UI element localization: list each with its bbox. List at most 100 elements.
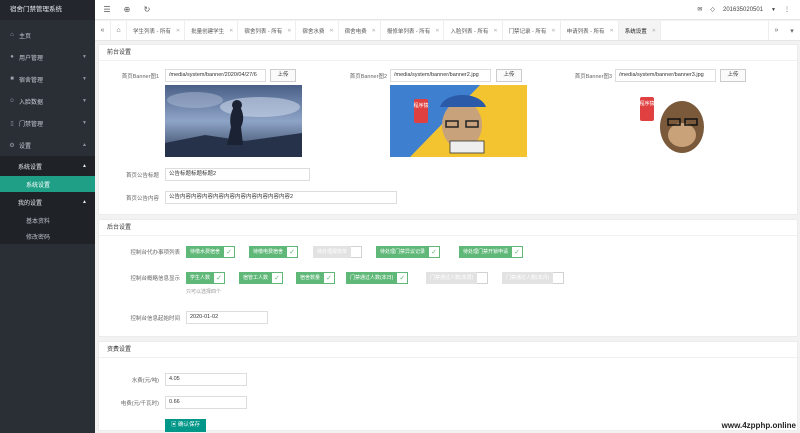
sidebar-item-label: 宿舍管理: [19, 77, 44, 84]
sidebar-item-profile[interactable]: 基本资料: [0, 212, 95, 228]
chevron-up-icon: ▲: [82, 199, 87, 205]
tab-door-records[interactable]: 门禁记录 - 所有 ✕: [503, 21, 561, 40]
summary-tag-dorm-count[interactable]: 宿舍数量 ✓: [296, 272, 336, 284]
building-icon: ■: [10, 76, 14, 82]
todo-tag-door-dispute[interactable]: 待处理门禁异议记录 ✓: [376, 246, 441, 258]
notice-title-input[interactable]: 公告标题标题标题2: [165, 168, 310, 181]
close-icon[interactable]: ✕: [329, 28, 333, 34]
card-title: 资费设置: [99, 342, 797, 358]
tabs-scroll-right-icon[interactable]: »: [768, 21, 784, 40]
sidebar-group-system[interactable]: 系统设置 ▲: [0, 156, 95, 176]
close-icon[interactable]: ✕: [652, 28, 656, 34]
banner2-path-input[interactable]: /media/system/banner/banner2.jpg: [390, 69, 491, 82]
todo-tag-electricity[interactable]: 待缴电费宿舍 ✓: [249, 246, 299, 258]
tag-label: 待处理门禁开锁申请: [459, 246, 513, 258]
tab-label: 申请列表 - 所有: [566, 28, 605, 35]
close-icon[interactable]: ✕: [551, 28, 555, 34]
sidebar-item-settings[interactable]: ⚙ 设置 ▲: [0, 134, 95, 156]
save-button[interactable]: ▣ 确认保存: [165, 419, 207, 432]
tab-applications[interactable]: 申请列表 - 所有 ✕: [561, 21, 619, 40]
banner3-upload-button[interactable]: 上传: [720, 69, 746, 82]
banner3-stamp-text: 程序猿: [639, 100, 654, 107]
tag-label: 待处理门禁异议记录: [376, 246, 430, 258]
tab-faces[interactable]: 入脸列表 - 所有 ✕: [444, 21, 503, 40]
tab-label: 宿舍电费: [344, 28, 367, 35]
check-icon: ✓: [397, 272, 409, 284]
sidebar-item-faces[interactable]: ☺ 入脸数据 ▼: [0, 90, 95, 112]
tab-label: 宿舍列表 - 所有: [244, 28, 283, 35]
notice-content-input[interactable]: 公告内容内容内容内容内容内容内容内容内容内容2: [165, 191, 397, 204]
gear-icon: ⚙: [9, 142, 15, 149]
banner1-image: [165, 85, 302, 157]
back-settings-card: 后台设置 控制台代办事项列表 待缴水费宿舍✓ 待缴电费宿舍✓ 待处理报修单✓ 待…: [98, 219, 798, 337]
banner2-upload-button[interactable]: 上传: [496, 69, 522, 82]
tab-students[interactable]: 学生列表 - 所有 ✕: [127, 21, 186, 40]
summary-label: 控制台概略信息显示: [130, 276, 180, 282]
tab-repairs[interactable]: 报修单列表 - 所有 ✕: [381, 21, 445, 40]
top-bar-right: ✉ ◇ 201635020501 ▼ ⋮: [697, 6, 800, 14]
door-icon: ▯: [10, 120, 14, 127]
water-fee-input[interactable]: 4.05: [165, 373, 247, 386]
home-icon: ⌂: [10, 32, 14, 38]
close-icon[interactable]: ✕: [287, 28, 291, 34]
tag-icon[interactable]: ◇: [710, 6, 715, 13]
tab-dorms[interactable]: 宿舍列表 - 所有 ✕: [238, 21, 297, 40]
notice-content-label: 首页公告内容: [125, 196, 159, 202]
refresh-icon[interactable]: ↻: [139, 5, 155, 14]
top-bar: ☰ ⊕ ↻ ✉ ◇ 201635020501 ▼ ⋮: [95, 0, 800, 20]
tab-label: 入脸列表 - 所有: [450, 28, 489, 35]
summary-tag-door-week[interactable]: 门禁通过人数(本周)✓: [426, 272, 489, 284]
message-icon[interactable]: ✉: [697, 6, 702, 13]
todo-tag-repairs[interactable]: 待处理报修单✓: [313, 246, 363, 258]
tab-batch-create[interactable]: 批量创建学生 ✕: [185, 21, 239, 40]
tag-label: 门禁通过人数(本周): [426, 272, 478, 284]
tab-electricity[interactable]: 宿舍电费 ✕: [339, 21, 381, 40]
chevron-up-icon: ▲: [82, 142, 87, 148]
start-date-input[interactable]: 2020-01-02: [186, 311, 268, 324]
sidebar-item-users[interactable]: ● 用户管理 ▼: [0, 46, 95, 68]
tabs-menu-icon[interactable]: ▾: [784, 21, 800, 40]
globe-icon[interactable]: ⊕: [119, 5, 135, 14]
sidebar-item-dorms[interactable]: ■ 宿舍管理 ▼: [0, 68, 95, 90]
summary-tag-students[interactable]: 学生人数 ✓: [186, 272, 226, 284]
sidebar-item-label: 入脸数据: [19, 99, 44, 106]
tabs-scroll-left-icon[interactable]: «: [95, 21, 111, 40]
tab-system-settings[interactable]: 系统设置 ✕: [618, 21, 661, 40]
sidebar-item-system-settings[interactable]: 系统设置: [0, 176, 95, 192]
water-fee-label: 水费(元/吨): [131, 378, 159, 384]
tag-label: 门禁通过人数(本日): [346, 272, 398, 284]
close-icon[interactable]: ✕: [435, 28, 439, 34]
todo-tag-door-unlock[interactable]: 待处理门禁开锁申请 ✓: [459, 246, 524, 258]
chevron-down-icon[interactable]: ▼: [771, 7, 776, 13]
close-icon[interactable]: ✕: [229, 28, 233, 34]
summary-tag-workers[interactable]: 宿管工人数 ✓: [239, 272, 284, 284]
banner2-stamp-text: 程序猿: [413, 102, 428, 109]
close-icon[interactable]: ✕: [176, 28, 180, 34]
tab-water[interactable]: 宿舍水费 ✕: [296, 21, 339, 40]
user-icon: ●: [10, 54, 14, 60]
fee-settings-card: 资费设置 水费(元/吨) 4.05 电费(元/千瓦时) 0.66 ▣ 确认保存: [98, 341, 798, 432]
sidebar-item-password[interactable]: 修改密码: [0, 228, 95, 244]
home-tab-icon[interactable]: ⌂: [111, 21, 127, 40]
menu-toggle-icon[interactable]: ☰: [99, 5, 115, 14]
close-icon[interactable]: ✕: [610, 28, 614, 34]
more-icon[interactable]: ⋮: [784, 6, 790, 13]
banner3-path-input[interactable]: /media/system/banner/banner3.jpg: [615, 69, 716, 82]
sidebar-item-home[interactable]: ⌂ 主页: [0, 24, 95, 46]
banner1-path-input[interactable]: /media/system/banner/2020/04/27/6: [165, 69, 266, 82]
tab-label: 门禁记录 - 所有: [508, 28, 547, 35]
sidebar-item-doors[interactable]: ▯ 门禁管理 ▼: [0, 112, 95, 134]
close-icon[interactable]: ✕: [372, 28, 376, 34]
todo-tag-water[interactable]: 待缴水费宿舍 ✓: [186, 246, 236, 258]
banner1-upload-button[interactable]: 上传: [270, 69, 296, 82]
summary-tag-door-month[interactable]: 门禁通过人数(本月)✓: [502, 272, 565, 284]
sidebar-group-mine[interactable]: 我的设置 ▲: [0, 192, 95, 212]
sidebar-item-label: 设置: [19, 143, 32, 150]
close-icon[interactable]: ✕: [493, 28, 497, 34]
electricity-fee-input[interactable]: 0.66: [165, 396, 247, 409]
tag-label: 待缴电费宿舍: [249, 246, 288, 258]
user-menu[interactable]: 201635020501: [723, 7, 763, 13]
banner2-image: 程序猿: [390, 85, 527, 157]
notice-title-label: 首页公告标题: [125, 173, 159, 179]
summary-tag-door-day[interactable]: 门禁通过人数(本日) ✓: [346, 272, 409, 284]
